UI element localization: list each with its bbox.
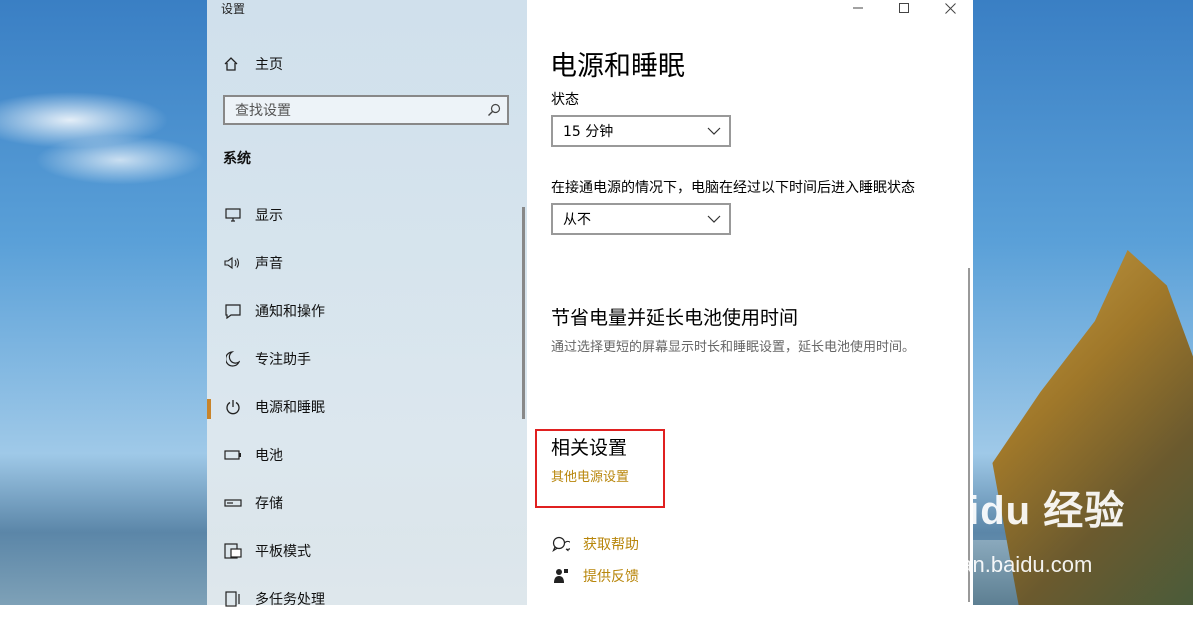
nav-item-label: 多任务处理 xyxy=(255,592,325,608)
sleep-label: 在接通电源的情况下，电脑在经过以下时间后进入睡眠状态 xyxy=(551,180,915,196)
search-icon[interactable] xyxy=(487,103,501,117)
page-title: 电源和睡眠 xyxy=(550,51,685,82)
nav-item-label: 电池 xyxy=(255,448,283,464)
nav-item-label: 专注助手 xyxy=(255,352,311,368)
settings-nav-pane: 设置 主页 系统 显示 声音 通知和操作 专注助手 电源和睡眠 电池 xyxy=(207,0,527,608)
nav-section-title: 系统 xyxy=(223,151,251,167)
nav-item-multitasking[interactable]: 多任务处理 xyxy=(207,579,517,619)
nav-item-power-sleep[interactable]: 电源和睡眠 xyxy=(207,387,517,427)
app-title: 设置 xyxy=(221,2,246,16)
nav-item-label: 声音 xyxy=(255,256,283,272)
screen-timeout-value: 15 分钟 xyxy=(563,124,614,140)
nav-item-sound[interactable]: 声音 xyxy=(207,243,517,283)
annotation-highlight-box xyxy=(535,429,665,508)
nav-item-battery[interactable]: 电池 xyxy=(207,435,517,475)
close-button[interactable] xyxy=(927,0,973,16)
watermark-site: jingyan.baidu.com xyxy=(915,552,1093,577)
nav-item-label: 平板模式 xyxy=(255,544,311,560)
nav-item-storage[interactable]: 存储 xyxy=(207,483,517,523)
sleep-value: 从不 xyxy=(563,212,591,228)
watermark-brand: Baidu 经验 xyxy=(915,489,1126,533)
minimize-icon xyxy=(853,7,863,9)
nav-item-label: 存储 xyxy=(255,496,283,512)
storage-icon xyxy=(224,499,242,507)
power-icon xyxy=(226,400,240,415)
maximize-icon xyxy=(899,3,909,13)
give-feedback-link[interactable]: 提供反馈 xyxy=(551,566,639,586)
nav-home-label: 主页 xyxy=(255,57,283,73)
moon-icon xyxy=(226,351,240,367)
search-input[interactable] xyxy=(233,97,477,125)
sleep-dropdown[interactable]: 从不 xyxy=(551,203,731,235)
feedback-icon xyxy=(554,569,568,583)
speaker-icon xyxy=(224,256,240,270)
nav-item-label: 显示 xyxy=(255,208,283,224)
close-icon xyxy=(944,2,956,14)
notification-icon xyxy=(225,303,241,319)
settings-content-pane: 电源和睡眠 状态 15 分钟 在接通电源的情况下，电脑在经过以下时间后进入睡眠状… xyxy=(527,0,973,605)
help-chat-icon xyxy=(552,536,570,552)
save-energy-heading: 节省电量并延长电池使用时间 xyxy=(551,307,799,329)
tablet-mode-icon xyxy=(224,543,242,559)
get-help-link[interactable]: 获取帮助 xyxy=(551,534,639,554)
get-help-label: 获取帮助 xyxy=(583,537,639,553)
nav-scrollbar[interactable] xyxy=(522,207,525,419)
home-icon xyxy=(224,57,238,71)
nav-item-notifications[interactable]: 通知和操作 xyxy=(207,291,517,331)
baidu-watermark: Baidu 经验 jingyan.baidu.com xyxy=(915,478,1126,577)
nav-item-label: 通知和操作 xyxy=(255,304,325,320)
screen-timeout-label: 状态 xyxy=(551,92,579,108)
nav-item-focus-assist[interactable]: 专注助手 xyxy=(207,339,517,379)
chevron-down-icon xyxy=(707,215,721,223)
search-box[interactable] xyxy=(223,95,509,125)
give-feedback-label: 提供反馈 xyxy=(583,569,639,585)
save-energy-description: 通过选择更短的屏幕显示时长和睡眠设置，延长电池使用时间。 xyxy=(551,340,916,355)
screen-timeout-dropdown[interactable]: 15 分钟 xyxy=(551,115,731,147)
maximize-button[interactable] xyxy=(881,0,927,16)
nav-item-tablet-mode[interactable]: 平板模式 xyxy=(207,531,517,571)
nav-item-label: 电源和睡眠 xyxy=(255,400,325,416)
nav-home[interactable]: 主页 xyxy=(223,52,283,76)
minimize-button[interactable] xyxy=(835,0,881,16)
chevron-down-icon xyxy=(707,127,721,135)
battery-icon xyxy=(224,450,241,460)
monitor-icon xyxy=(225,208,241,222)
nav-item-display[interactable]: 显示 xyxy=(207,195,517,235)
